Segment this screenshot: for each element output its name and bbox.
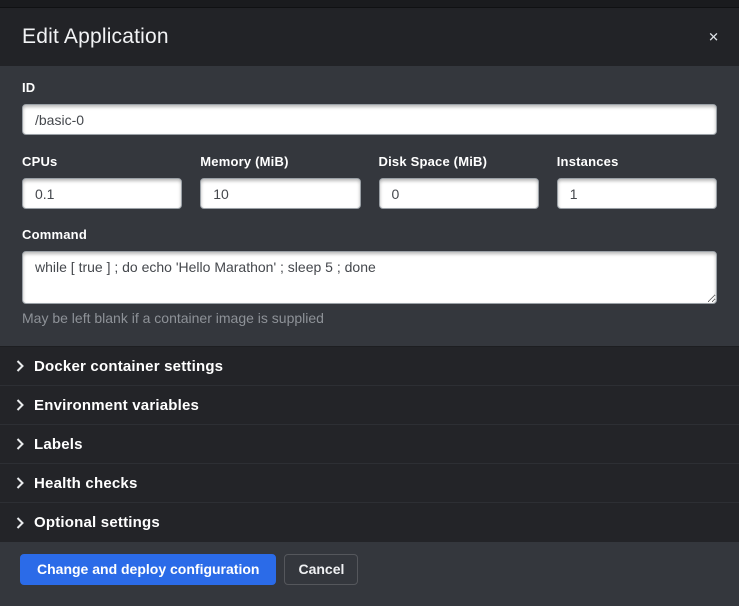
- cpus-field-group: CPUs: [22, 154, 182, 209]
- command-field-group: Command while [ true ] ; do echo 'Hello …: [22, 227, 717, 326]
- chevron-right-icon: [16, 360, 34, 372]
- section-labels[interactable]: Labels: [0, 425, 739, 464]
- accordion-sections: Docker container settings Environment va…: [0, 346, 739, 542]
- resource-field-row: CPUs Memory (MiB) Disk Space (MiB) Insta…: [22, 154, 717, 209]
- command-help-text: May be left blank if a container image i…: [22, 310, 717, 326]
- section-label: Labels: [34, 436, 83, 453]
- instances-label: Instances: [557, 154, 717, 169]
- memory-input[interactable]: [200, 178, 360, 209]
- application-form: ID CPUs Memory (MiB) Disk Space (MiB) In: [0, 66, 739, 346]
- section-docker-container-settings[interactable]: Docker container settings: [0, 347, 739, 386]
- section-optional-settings[interactable]: Optional settings: [0, 503, 739, 542]
- instances-input[interactable]: [557, 178, 717, 209]
- section-environment-variables[interactable]: Environment variables: [0, 386, 739, 425]
- chevron-right-icon: [16, 399, 34, 411]
- modal-header: Edit Application ✕: [0, 8, 739, 66]
- edit-application-modal: Edit Application ✕ ID CPUs Memory (MiB) …: [0, 8, 739, 599]
- chevron-right-icon: [16, 477, 34, 489]
- disk-field-group: Disk Space (MiB): [379, 154, 539, 209]
- chevron-right-icon: [16, 517, 34, 529]
- modal-body: ID CPUs Memory (MiB) Disk Space (MiB) In: [0, 66, 739, 542]
- id-input[interactable]: [22, 104, 717, 135]
- disk-input[interactable]: [379, 178, 539, 209]
- command-textarea[interactable]: while [ true ] ; do echo 'Hello Marathon…: [22, 251, 717, 304]
- id-field-group: ID: [22, 80, 717, 135]
- modal-footer: Change and deploy configuration Cancel: [0, 542, 739, 606]
- cancel-button[interactable]: Cancel: [284, 554, 358, 585]
- section-label: Environment variables: [34, 397, 199, 414]
- section-label: Health checks: [34, 475, 137, 492]
- section-label: Optional settings: [34, 514, 160, 531]
- instances-field-group: Instances: [557, 154, 717, 209]
- section-health-checks[interactable]: Health checks: [0, 464, 739, 503]
- command-label: Command: [22, 227, 717, 242]
- modal-title: Edit Application: [22, 25, 169, 49]
- disk-label: Disk Space (MiB): [379, 154, 539, 169]
- cpus-input[interactable]: [22, 178, 182, 209]
- cpus-label: CPUs: [22, 154, 182, 169]
- chevron-right-icon: [16, 438, 34, 450]
- memory-label: Memory (MiB): [200, 154, 360, 169]
- memory-field-group: Memory (MiB): [200, 154, 360, 209]
- id-label: ID: [22, 80, 717, 95]
- change-and-deploy-button[interactable]: Change and deploy configuration: [20, 554, 276, 585]
- section-label: Docker container settings: [34, 358, 223, 375]
- close-icon[interactable]: ✕: [704, 27, 723, 48]
